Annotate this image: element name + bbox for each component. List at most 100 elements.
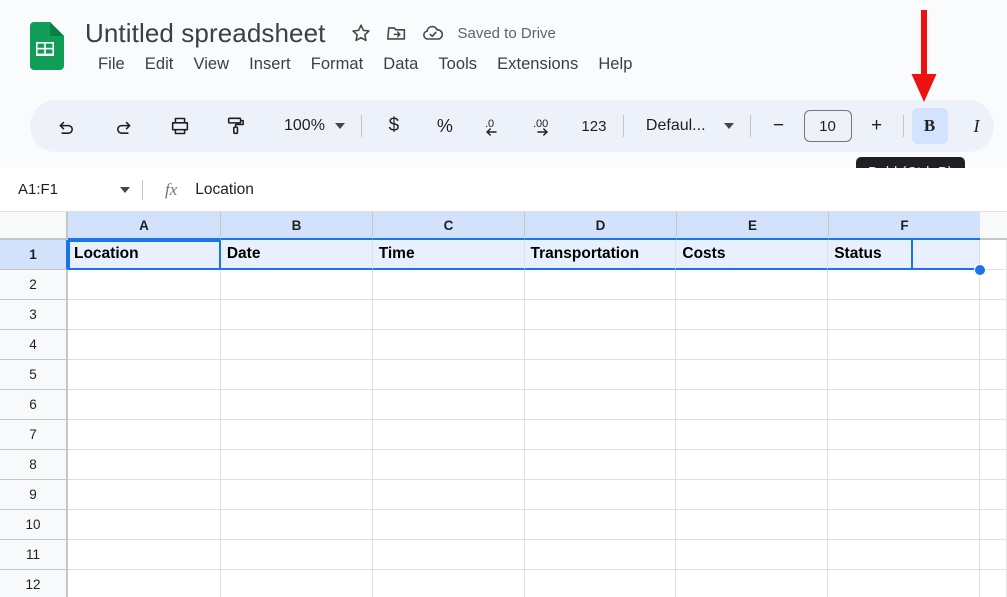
- row-header-12[interactable]: 12: [0, 570, 68, 597]
- column-header-f[interactable]: F: [829, 212, 981, 240]
- row-header-9[interactable]: 9: [0, 480, 68, 510]
- row-header-1[interactable]: 1: [0, 240, 68, 270]
- formula-input[interactable]: Location: [195, 181, 254, 199]
- cell-B8[interactable]: [220, 450, 373, 480]
- cell-D10[interactable]: [524, 510, 677, 540]
- cell-E11[interactable]: [676, 540, 829, 570]
- cell-D2[interactable]: [524, 270, 677, 300]
- cell-C6[interactable]: [372, 390, 525, 420]
- row-header-6[interactable]: 6: [0, 390, 68, 420]
- selection-fill-handle[interactable]: [974, 264, 986, 276]
- cell-A11[interactable]: [68, 540, 221, 570]
- page-title[interactable]: Untitled spreadsheet: [85, 18, 325, 49]
- cell-D5[interactable]: [524, 360, 677, 390]
- cell-B7[interactable]: [220, 420, 373, 450]
- cell-E7[interactable]: [676, 420, 829, 450]
- column-header-a[interactable]: A: [68, 212, 221, 240]
- star-icon[interactable]: [343, 15, 379, 51]
- row-header-8[interactable]: 8: [0, 450, 68, 480]
- cell-D12[interactable]: [525, 570, 677, 597]
- move-to-folder-icon[interactable]: [379, 15, 415, 51]
- cell-A12[interactable]: [68, 570, 221, 597]
- cell-D11[interactable]: [524, 540, 677, 570]
- column-header-c[interactable]: C: [373, 212, 525, 240]
- cell-C3[interactable]: [372, 300, 525, 330]
- cell-F8[interactable]: [828, 450, 981, 480]
- zoom-selector[interactable]: 100%: [274, 108, 347, 144]
- column-header-b[interactable]: B: [221, 212, 373, 240]
- menu-view[interactable]: View: [183, 53, 239, 76]
- cell-C12[interactable]: [373, 570, 525, 597]
- cell-B9[interactable]: [220, 480, 373, 510]
- cell-E2[interactable]: [676, 270, 829, 300]
- cell-A5[interactable]: [68, 360, 221, 390]
- cell-C1[interactable]: Time: [372, 240, 525, 270]
- menu-edit[interactable]: Edit: [135, 53, 184, 76]
- cell-A9[interactable]: [68, 480, 221, 510]
- row-header-4[interactable]: 4: [0, 330, 68, 360]
- cell-C5[interactable]: [372, 360, 525, 390]
- menu-format[interactable]: Format: [301, 53, 374, 76]
- cell-A10[interactable]: [68, 510, 221, 540]
- cell-F5[interactable]: [828, 360, 981, 390]
- cell-F11[interactable]: [828, 540, 981, 570]
- cell-E6[interactable]: [676, 390, 829, 420]
- menu-file[interactable]: File: [88, 53, 135, 76]
- currency-format-button[interactable]: $: [376, 108, 412, 144]
- cell-E8[interactable]: [676, 450, 829, 480]
- cloud-saved-icon[interactable]: [415, 15, 451, 51]
- cell-G5[interactable]: [980, 360, 1007, 390]
- row-header-3[interactable]: 3: [0, 300, 68, 330]
- menu-data[interactable]: Data: [373, 53, 428, 76]
- cell-D1[interactable]: Transportation: [524, 240, 677, 270]
- row-header-11[interactable]: 11: [0, 540, 68, 570]
- row-header-5[interactable]: 5: [0, 360, 68, 390]
- cell-F3[interactable]: [828, 300, 981, 330]
- cell-B1[interactable]: Date: [220, 240, 373, 270]
- menu-tools[interactable]: Tools: [428, 53, 487, 76]
- cell-F6[interactable]: [828, 390, 981, 420]
- cell-D9[interactable]: [524, 480, 677, 510]
- row-header-7[interactable]: 7: [0, 420, 68, 450]
- select-all-corner[interactable]: [0, 212, 68, 240]
- cell-A6[interactable]: [68, 390, 221, 420]
- column-header-e[interactable]: E: [677, 212, 829, 240]
- menu-help[interactable]: Help: [588, 53, 642, 76]
- bold-button[interactable]: B: [911, 108, 948, 144]
- cell-C4[interactable]: [372, 330, 525, 360]
- decrease-decimal-button[interactable]: .0: [479, 108, 515, 144]
- chevron-down-icon[interactable]: [120, 186, 130, 193]
- cell-E12[interactable]: [676, 570, 829, 597]
- cell-D3[interactable]: [524, 300, 677, 330]
- cell-B3[interactable]: [220, 300, 373, 330]
- cell-F2[interactable]: [828, 270, 981, 300]
- cell-B6[interactable]: [220, 390, 373, 420]
- cell-A2[interactable]: [68, 270, 221, 300]
- cell-F1[interactable]: Status: [828, 240, 981, 270]
- cell-G2[interactable]: [980, 270, 1007, 300]
- cell-G4[interactable]: [980, 330, 1007, 360]
- paint-format-icon[interactable]: [218, 108, 254, 144]
- cell-F4[interactable]: [828, 330, 981, 360]
- menu-extensions[interactable]: Extensions: [487, 53, 588, 76]
- cell-G6[interactable]: [980, 390, 1007, 420]
- cell-B12[interactable]: [221, 570, 373, 597]
- redo-icon[interactable]: [105, 108, 141, 144]
- cell-G8[interactable]: [980, 450, 1007, 480]
- cell-B5[interactable]: [220, 360, 373, 390]
- cell-B11[interactable]: [220, 540, 373, 570]
- cell-E9[interactable]: [676, 480, 829, 510]
- font-size-input[interactable]: 10: [803, 110, 852, 142]
- cell-A8[interactable]: [68, 450, 221, 480]
- cell-C7[interactable]: [372, 420, 525, 450]
- cell-F9[interactable]: [828, 480, 981, 510]
- cell-E4[interactable]: [676, 330, 829, 360]
- cell-E1[interactable]: Costs: [676, 240, 829, 270]
- cell-C10[interactable]: [372, 510, 525, 540]
- cell-C9[interactable]: [372, 480, 525, 510]
- cell-A1[interactable]: Location: [68, 240, 221, 270]
- cell-E5[interactable]: [676, 360, 829, 390]
- cell-B4[interactable]: [220, 330, 373, 360]
- row-header-10[interactable]: 10: [0, 510, 68, 540]
- increase-font-size-button[interactable]: +: [859, 108, 895, 144]
